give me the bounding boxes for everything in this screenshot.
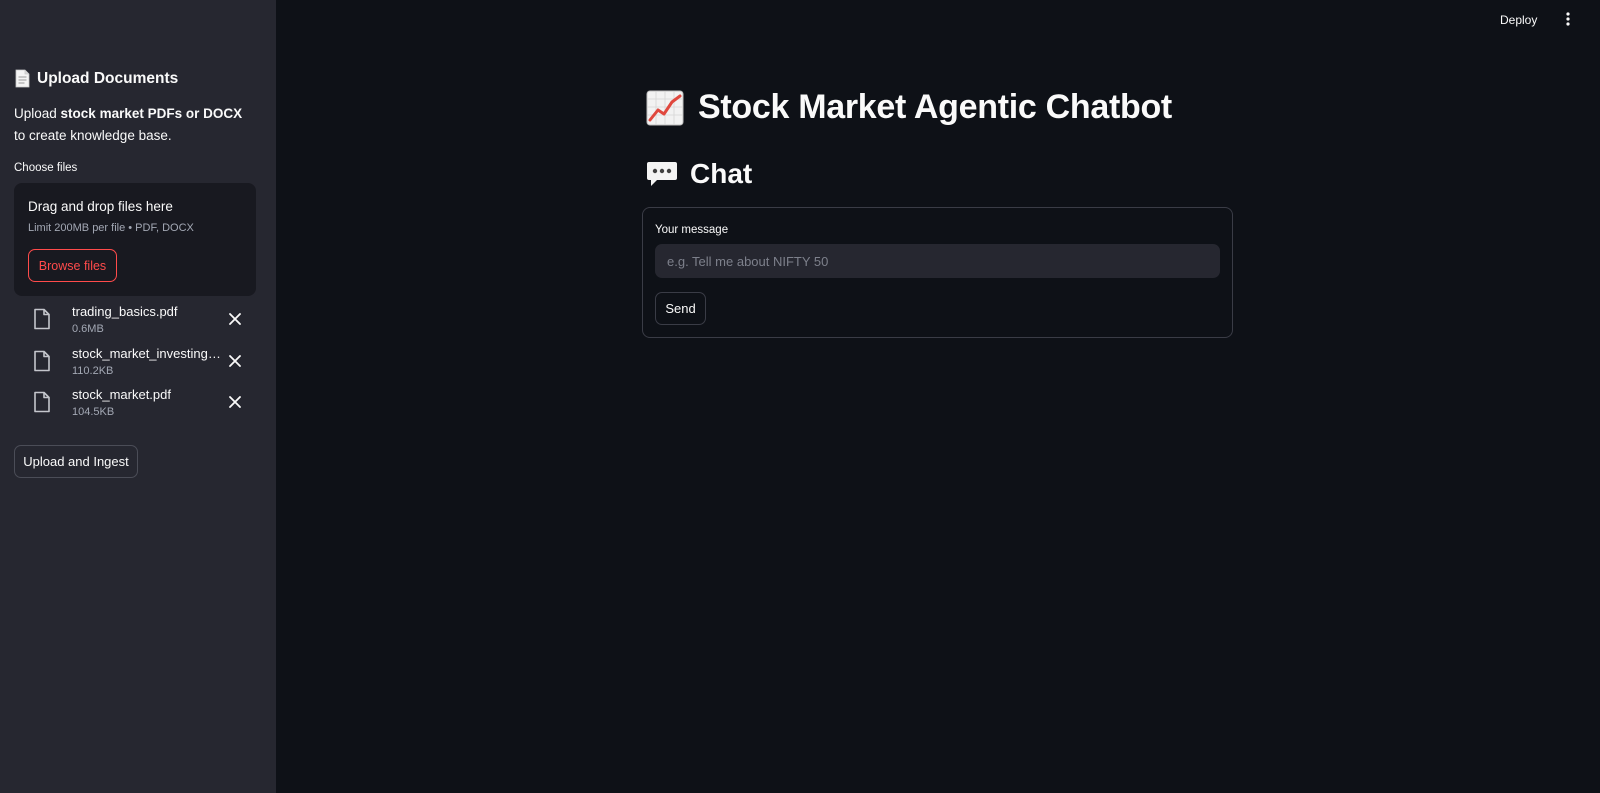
- file-size: 104.5KB: [72, 406, 115, 418]
- close-icon[interactable]: [224, 391, 246, 413]
- sidebar-description: Upload stock market PDFs or DOCX to crea…: [14, 103, 254, 147]
- deploy-button[interactable]: Deploy: [1500, 10, 1537, 30]
- speech-balloon-icon: [647, 162, 677, 186]
- upload-and-ingest-button[interactable]: Upload and Ingest: [14, 445, 138, 478]
- kebab-menu-icon[interactable]: [1560, 9, 1576, 29]
- send-button[interactable]: Send: [655, 292, 706, 325]
- uploader-label: Choose files: [14, 162, 78, 174]
- file-icon: [34, 391, 50, 413]
- browse-files-button[interactable]: Browse files: [28, 249, 117, 282]
- uploaded-file-item: stock_market_investing_basics.pdf 110.2K…: [30, 346, 250, 382]
- dropzone-title: Drag and drop files here: [28, 199, 173, 214]
- file-icon: [34, 308, 50, 330]
- file-size: 0.6MB: [72, 323, 104, 335]
- chat-heading: Chat: [646, 158, 752, 190]
- message-input[interactable]: [655, 244, 1220, 278]
- sidebar-header: Upload Documents: [14, 69, 178, 88]
- file-name: stock_market.pdf: [72, 387, 171, 402]
- file-name: trading_basics.pdf: [72, 304, 178, 319]
- chat-form: Your message Send: [642, 207, 1233, 338]
- message-label: Your message: [655, 224, 729, 236]
- description-prefix: Upload: [14, 106, 61, 121]
- description-bold: stock market PDFs or DOCX: [60, 106, 243, 121]
- dropzone-limit: Limit 200MB per file • PDF, DOCX: [28, 222, 194, 234]
- file-size: 110.2KB: [72, 365, 114, 377]
- file-icon: [34, 350, 50, 372]
- app-root: Upload Documents Upload stock market PDF…: [0, 0, 1600, 793]
- file-dropzone[interactable]: Drag and drop files here Limit 200MB per…: [14, 183, 256, 296]
- sidebar: Upload Documents Upload stock market PDF…: [0, 0, 276, 793]
- uploaded-file-item: stock_market.pdf 104.5KB: [30, 387, 250, 423]
- page-title-text: Stock Market Agentic Chatbot: [698, 88, 1172, 126]
- sidebar-title: Upload Documents: [37, 69, 179, 87]
- close-icon[interactable]: [224, 308, 246, 330]
- close-icon[interactable]: [224, 350, 246, 372]
- file-name: stock_market_investing_basics.pdf: [72, 346, 227, 361]
- page-facing-up-icon: [15, 69, 30, 88]
- page-title: Stock Market Agentic Chatbot: [646, 88, 1172, 127]
- chat-heading-text: Chat: [690, 158, 753, 189]
- description-suffix: to create knowledge base.: [14, 128, 172, 143]
- chart-increasing-icon: [646, 90, 684, 125]
- uploaded-file-item: trading_basics.pdf 0.6MB: [30, 304, 250, 340]
